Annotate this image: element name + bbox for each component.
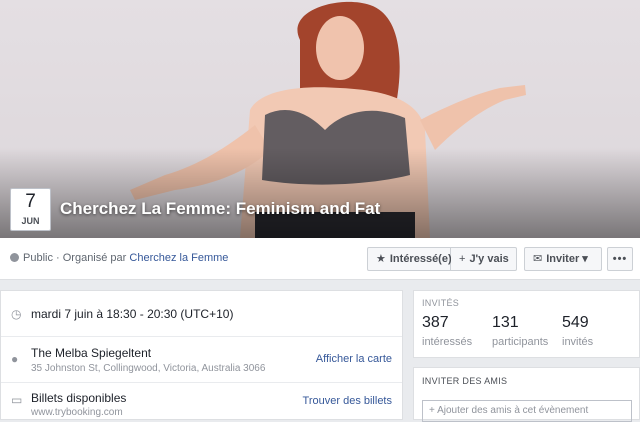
globe-icon <box>10 253 19 262</box>
going-label: J'y vais <box>469 253 509 265</box>
guests-card: INVITÉS 387 intéressés 131 participants … <box>413 290 640 358</box>
show-map-link[interactable]: Afficher la carte <box>316 353 392 365</box>
interested-stat[interactable]: 387 intéressés <box>422 313 472 348</box>
going-count: 131 <box>492 314 519 331</box>
event-time-row: ◷ mardi 7 juin à 18:30 - 20:30 (UTC+10) <box>1 291 402 337</box>
date-badge: 7 JUN <box>10 188 51 231</box>
guests-heading: INVITÉS <box>422 298 460 308</box>
add-friends-input[interactable]: + Ajouter des amis à cet évènement <box>422 400 632 422</box>
cover-right-arm <box>420 85 526 150</box>
plus-icon: + <box>459 253 466 265</box>
tickets-row: ▭ Billets disponibles www.trybooking.com… <box>1 383 402 421</box>
invited-stat[interactable]: 549 invités <box>562 313 593 348</box>
going-stat-label: participants <box>492 336 549 348</box>
invite-friends-card: INVITER DES AMIS + Ajouter des amis à ce… <box>413 367 640 422</box>
more-options-button[interactable]: ••• <box>607 247 633 271</box>
organizer-link[interactable]: Cherchez la Femme <box>129 252 228 264</box>
cover-gradient <box>0 148 640 238</box>
event-action-bar: Public · Organisé par Cherchez la Femme … <box>0 238 640 280</box>
invited-stat-label: invités <box>562 336 594 348</box>
interested-stat-label: intéressés <box>422 336 473 348</box>
going-button[interactable]: + J'y vais <box>451 247 517 271</box>
event-meta: Public · Organisé par Cherchez la Femme <box>10 252 228 264</box>
ticket-icon: ▭ <box>11 393 23 407</box>
star-icon: ★ <box>376 253 386 265</box>
tickets-title: Billets disponibles <box>31 391 127 405</box>
location-address: 35 Johnston St, Collingwood, Victoria, A… <box>31 363 266 374</box>
chevron-down-icon: ▾ <box>582 253 588 265</box>
find-tickets-link[interactable]: Trouver des billets <box>303 395 392 407</box>
clock-icon: ◷ <box>11 307 22 321</box>
date-day: 7 <box>25 191 36 212</box>
event-time: mardi 7 juin à 18:30 - 20:30 (UTC+10) <box>31 307 234 321</box>
interested-button[interactable]: ★ Intéressé(e) <box>367 247 452 271</box>
interested-label: Intéressé(e) <box>389 253 452 265</box>
going-stat[interactable]: 131 participants <box>492 313 548 348</box>
date-month: JUN <box>21 216 40 226</box>
tickets-url[interactable]: www.trybooking.com <box>31 407 123 418</box>
invite-label: Inviter <box>546 253 580 265</box>
location-name[interactable]: The Melba Spiegeltent <box>31 346 151 360</box>
invite-button[interactable]: ✉ Inviter ▾ <box>524 247 602 271</box>
invite-friends-heading: INVITER DES AMIS <box>422 376 508 386</box>
event-location-row: ● The Melba Spiegeltent 35 Johnston St, … <box>1 337 402 383</box>
invited-count: 549 <box>562 314 589 331</box>
event-title: Cherchez La Femme: Feminism and Fat <box>60 199 381 218</box>
interested-count: 387 <box>422 314 449 331</box>
envelope-icon: ✉ <box>533 253 543 265</box>
event-details-card: ◷ mardi 7 juin à 18:30 - 20:30 (UTC+10) … <box>0 290 403 420</box>
privacy-organizer-prefix: Public · Organisé par <box>23 252 127 264</box>
event-cover-photo[interactable]: 7 JUN Cherchez La Femme: Feminism and Fa… <box>0 0 640 238</box>
cover-face <box>316 16 364 80</box>
location-pin-icon: ● <box>11 352 19 366</box>
